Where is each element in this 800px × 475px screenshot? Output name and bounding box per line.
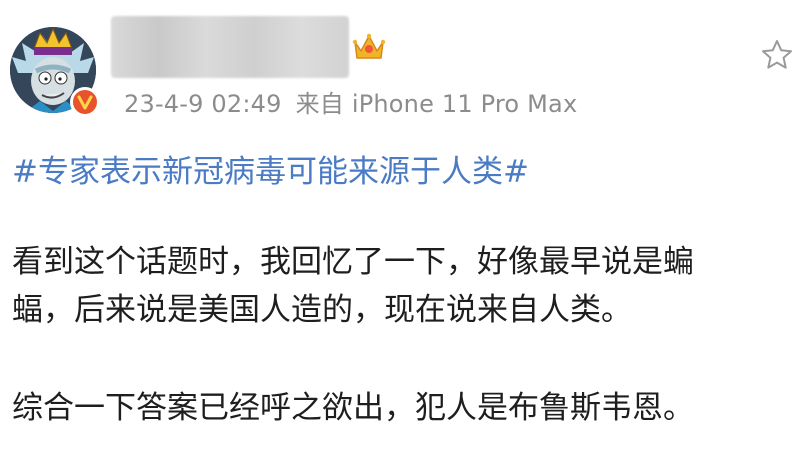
post-meta: 23-4-9 02:49 来自 iPhone 11 Pro Max [124, 84, 577, 119]
weibo-post: 23-4-9 02:49 来自 iPhone 11 Pro Max #专家表示新冠… [0, 0, 800, 475]
post-paragraph-2: 综合一下答案已经呼之欲出，犯人是布鲁斯韦恩。 [12, 390, 694, 426]
post-source: 来自 iPhone 11 Pro Max [295, 90, 578, 118]
avatar[interactable] [10, 27, 102, 119]
star-icon[interactable] [760, 38, 794, 72]
post-paragraph-1-line-1: 看到这个话题时，我回忆了一下，好像最早说是蝙 [12, 244, 694, 280]
username-redacted[interactable] [111, 16, 349, 78]
crown-icon[interactable] [352, 30, 386, 64]
topic-hashtag-link[interactable]: #专家表示新冠病毒可能来源于人类# [12, 146, 529, 191]
vip-v-badge-icon [70, 87, 100, 117]
post-paragraph-1: 看到这个话题时，我回忆了一下，好像最早说是蝙 蝠，后来说是美国人造的，现在说来自… [12, 238, 694, 334]
post-timestamp: 23-4-9 02:49 [124, 90, 282, 118]
post-paragraph-1-line-2: 蝠，后来说是美国人造的，现在说来自人类。 [12, 292, 632, 328]
